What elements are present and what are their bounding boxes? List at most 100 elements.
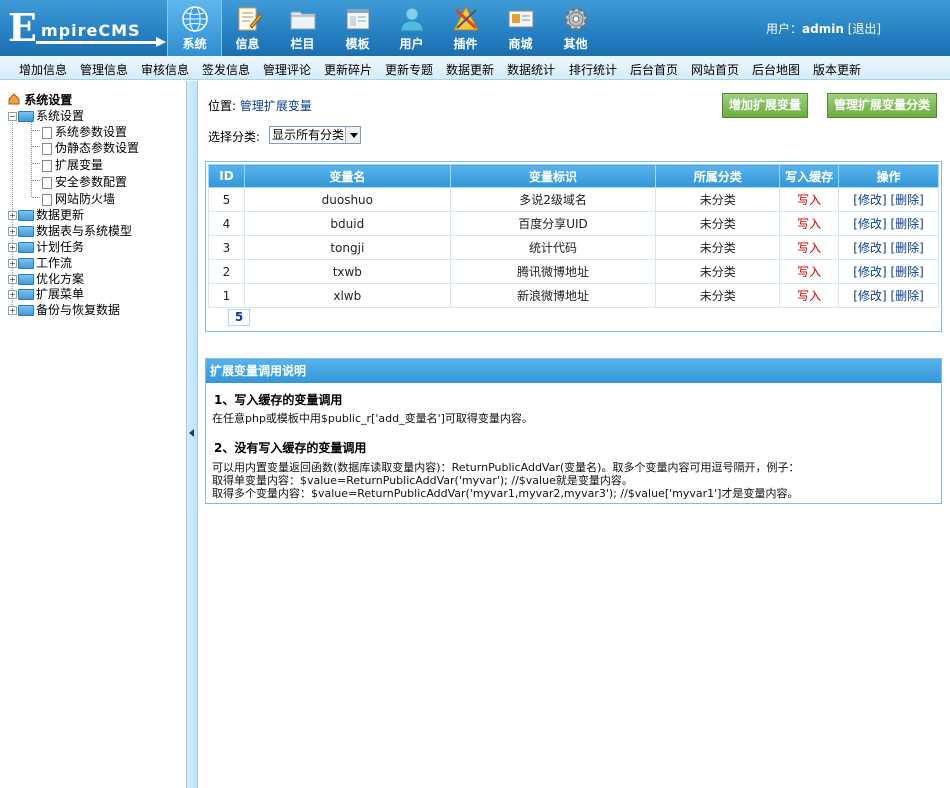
- submenu-admin-map[interactable]: 后台地图: [752, 61, 800, 78]
- edit-link[interactable]: [修改]: [853, 265, 886, 279]
- tree-node-backup-restore[interactable]: + 备份与恢复数据: [8, 301, 120, 318]
- tree-node-label: 工作流: [36, 256, 73, 270]
- expand-icon[interactable]: +: [8, 306, 17, 315]
- cell-name: tongji: [243, 235, 451, 260]
- page-number[interactable]: 5: [228, 309, 250, 326]
- tree-node-data-update[interactable]: + 数据更新: [8, 206, 84, 223]
- cell-actions: [修改] [删除]: [838, 259, 939, 284]
- globe-icon: [181, 6, 208, 32]
- expand-icon[interactable]: +: [8, 290, 17, 299]
- collapse-left-icon[interactable]: [189, 429, 194, 437]
- folder-icon: [18, 226, 34, 237]
- delete-link[interactable]: [删除]: [890, 289, 923, 303]
- cell-cache[interactable]: 写入: [779, 235, 840, 260]
- top-header: E mpireCMS 系统 信息 栏目 模板 用户 插件 商城 其他 用户：ad…: [0, 0, 950, 56]
- cell-label: 统计代码: [449, 235, 657, 260]
- add-extend-var-button[interactable]: 增加扩展变量: [722, 93, 809, 118]
- submenu-manage-info[interactable]: 管理信息: [80, 61, 128, 78]
- nav-template[interactable]: 模板: [330, 0, 385, 56]
- nav-shop[interactable]: 商城: [493, 0, 548, 56]
- tree-leaf-firewall[interactable]: 网站防火墙: [42, 190, 115, 207]
- chevron-down-icon[interactable]: [345, 127, 360, 143]
- folder-icon: [290, 11, 315, 30]
- submenu-add-info[interactable]: 增加信息: [19, 61, 67, 78]
- cell-cache[interactable]: 写入: [779, 187, 840, 212]
- user-name: admin: [802, 22, 844, 36]
- tree-leaf-label: 系统参数设置: [55, 125, 128, 139]
- submenu-rank-stats[interactable]: 排行统计: [569, 61, 617, 78]
- cell-cache[interactable]: 写入: [779, 259, 840, 284]
- tree-node-extend-menu[interactable]: + 扩展菜单: [8, 285, 84, 302]
- gear-icon: [564, 7, 587, 31]
- tree-leaf-extend-vars[interactable]: 扩展变量: [42, 156, 103, 173]
- submenu-topics[interactable]: 更新专题: [385, 61, 433, 78]
- collapse-icon[interactable]: −: [8, 112, 17, 121]
- nav-label: 用户: [399, 37, 424, 51]
- edit-link[interactable]: [修改]: [853, 217, 886, 231]
- expand-icon[interactable]: +: [8, 227, 17, 236]
- nav-other[interactable]: 其他: [548, 0, 603, 56]
- expand-icon[interactable]: +: [8, 275, 17, 284]
- tree-guide-line: [32, 130, 40, 131]
- nav-system[interactable]: 系统: [167, 0, 222, 56]
- help-heading-cached: 1、写入缓存的变量调用: [214, 393, 343, 407]
- edit-link[interactable]: [修改]: [853, 241, 886, 255]
- category-select[interactable]: 显示所有分类: [269, 126, 361, 144]
- nav-plugin[interactable]: 插件: [438, 0, 493, 56]
- logout-link[interactable]: [退出]: [848, 22, 881, 36]
- extend-var-table-panel: ID 变量名 变量标识 所属分类 写入缓存 操作 5 duoshuo 多说2级域…: [205, 161, 942, 332]
- tree-leaf-rewrite-params[interactable]: 伪静态参数设置: [42, 139, 139, 156]
- document-edit-icon: [238, 7, 263, 31]
- cell-category: 未分类: [655, 259, 781, 284]
- nav-label: 插件: [453, 37, 478, 51]
- manage-var-class-button[interactable]: 管理扩展变量分类: [827, 93, 938, 118]
- edit-link[interactable]: [修改]: [853, 289, 886, 303]
- submenu-version[interactable]: 版本更新: [813, 61, 861, 78]
- page-icon: [42, 126, 52, 139]
- submenu-site-home[interactable]: 网站首页: [691, 61, 739, 78]
- nav-column[interactable]: 栏目: [275, 0, 330, 56]
- tree-node-system-settings[interactable]: − 系统设置: [8, 107, 84, 124]
- user-info: 用户：admin [退出]: [766, 20, 881, 37]
- tree-node-workflow[interactable]: + 工作流: [8, 254, 72, 271]
- submenu-sign-info[interactable]: 签发信息: [202, 61, 250, 78]
- tree-node-scheduled-tasks[interactable]: + 计划任务: [8, 238, 84, 255]
- tree-node-data-tables[interactable]: + 数据表与系统模型: [8, 222, 132, 239]
- tree-leaf-security-params[interactable]: 安全参数配置: [42, 173, 127, 190]
- breadcrumb-link[interactable]: 管理扩展变量: [240, 99, 312, 113]
- edit-link[interactable]: [修改]: [853, 193, 886, 207]
- delete-link[interactable]: [删除]: [890, 241, 923, 255]
- expand-icon[interactable]: +: [8, 211, 17, 220]
- submenu-admin-home[interactable]: 后台首页: [630, 61, 678, 78]
- logo-underline: [36, 41, 158, 44]
- folder-open-icon: [18, 111, 34, 122]
- cell-category: 未分类: [655, 235, 781, 260]
- col-header-category: 所属分类: [655, 164, 781, 188]
- tree-guide-line: [32, 163, 40, 164]
- table-header-row: ID 变量名 变量标识 所属分类 写入缓存 操作: [208, 164, 939, 188]
- cell-cache[interactable]: 写入: [779, 283, 840, 308]
- nav-info[interactable]: 信息: [220, 0, 275, 56]
- tree-leaf-label: 网站防火墙: [55, 192, 116, 206]
- nav-label: 模板: [345, 37, 370, 51]
- col-header-id: ID: [208, 164, 245, 188]
- tree-leaf-system-params[interactable]: 系统参数设置: [42, 123, 127, 140]
- submenu-check-info[interactable]: 审核信息: [141, 61, 189, 78]
- expand-icon[interactable]: +: [8, 259, 17, 268]
- nav-user[interactable]: 用户: [384, 0, 439, 56]
- tools-icon: [452, 5, 479, 31]
- submenu-comments[interactable]: 管理评论: [263, 61, 311, 78]
- expand-icon[interactable]: +: [8, 243, 17, 252]
- submenu-data-stats[interactable]: 数据统计: [507, 61, 555, 78]
- submenu-data-update[interactable]: 数据更新: [446, 61, 494, 78]
- tree-guide-line: [32, 197, 40, 198]
- delete-link[interactable]: [删除]: [890, 193, 923, 207]
- delete-link[interactable]: [删除]: [890, 217, 923, 231]
- submenu-fragments[interactable]: 更新碎片: [324, 61, 372, 78]
- cell-cache[interactable]: 写入: [779, 211, 840, 236]
- logo-arrow: [156, 37, 166, 47]
- tree-node-label: 备份与恢复数据: [36, 303, 121, 317]
- delete-link[interactable]: [删除]: [890, 265, 923, 279]
- panel-splitter[interactable]: [186, 81, 198, 788]
- cell-id: 1: [208, 283, 245, 308]
